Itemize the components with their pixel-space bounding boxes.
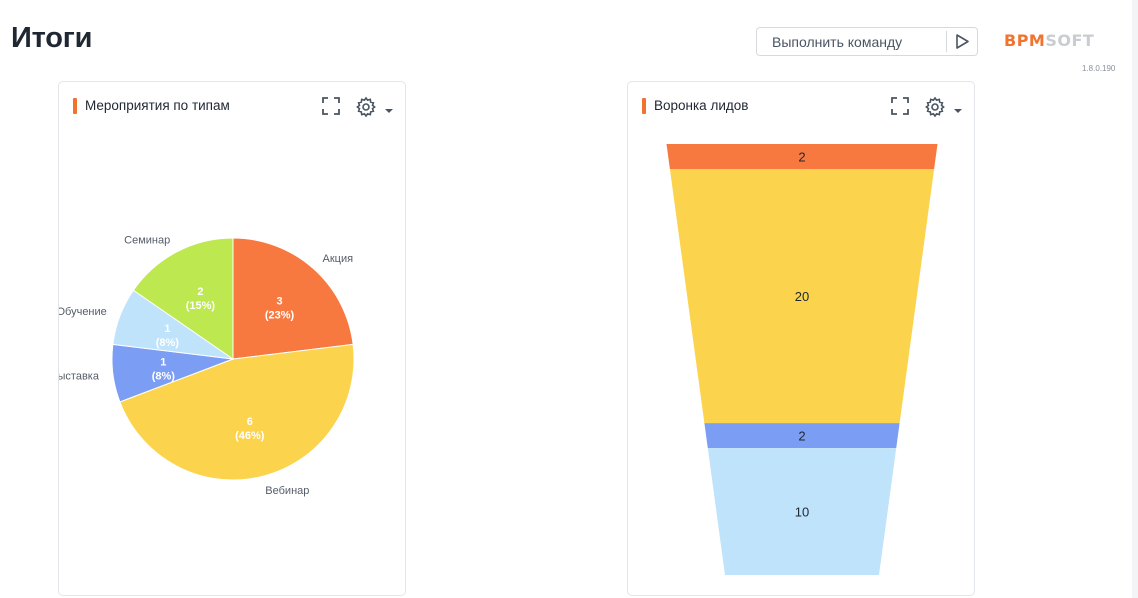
expand-icon[interactable] [890,96,910,121]
slice-value-label: 2 [197,286,203,298]
slice-percent-label: (8%) [156,337,180,349]
funnel-stage-value: 20 [795,289,809,304]
widget-title: Мероприятия по типам [85,98,230,113]
version-label: 1.8.0.190 [1082,64,1116,73]
gear-icon[interactable] [924,96,946,123]
slice-percent-label: (8%) [152,370,176,382]
slice-category-label: Вебинар [265,485,309,497]
widget-lead-funnel: Воронка лидов 2 20 2 10 [627,81,975,596]
slice-percent-label: (46%) [235,430,265,442]
slice-value-label: 6 [247,416,253,428]
chevron-down-icon[interactable] [953,102,963,120]
widget-events-by-type: Мероприятия по типам 3 (23%) Акция 6 (46%) Ве… [58,81,406,596]
widget-accent [642,98,646,114]
command-input[interactable] [758,29,944,54]
widget-title: Воронка лидов [654,98,749,113]
command-bar [756,27,978,56]
slice-category-label: Семинар [124,234,170,246]
slice-percent-label: (15%) [186,300,216,312]
funnel-stage-value: 2 [798,429,805,444]
command-divider [946,31,947,52]
slice-category-label: Выставка [59,370,100,382]
funnel-chart: 2 20 2 10 [666,144,938,575]
scrollbar-track[interactable] [1132,0,1138,598]
bpmsoft-logo: BPMSOFT [1004,31,1095,50]
page-title: Итоги [11,22,93,54]
gear-icon[interactable] [355,96,377,123]
funnel-stage-value: 10 [795,505,809,520]
widget-accent [73,98,77,114]
funnel-stage-value: 2 [798,150,805,165]
slice-percent-label: (23%) [265,309,295,321]
chevron-down-icon[interactable] [384,102,394,120]
expand-icon[interactable] [321,96,341,121]
slice-value-label: 3 [276,295,282,307]
play-icon [956,34,969,49]
slice-category-label: Акция [323,253,354,265]
slice-value-label: 1 [164,323,170,335]
slice-category-label: Обучение [59,306,107,318]
pie-chart: 3 (23%) Акция 6 (46%) Вебинар 1 (8%) Выставка 1 (8… [59,234,355,497]
slice-value-label: 1 [160,356,166,368]
run-command-button[interactable] [949,29,977,54]
